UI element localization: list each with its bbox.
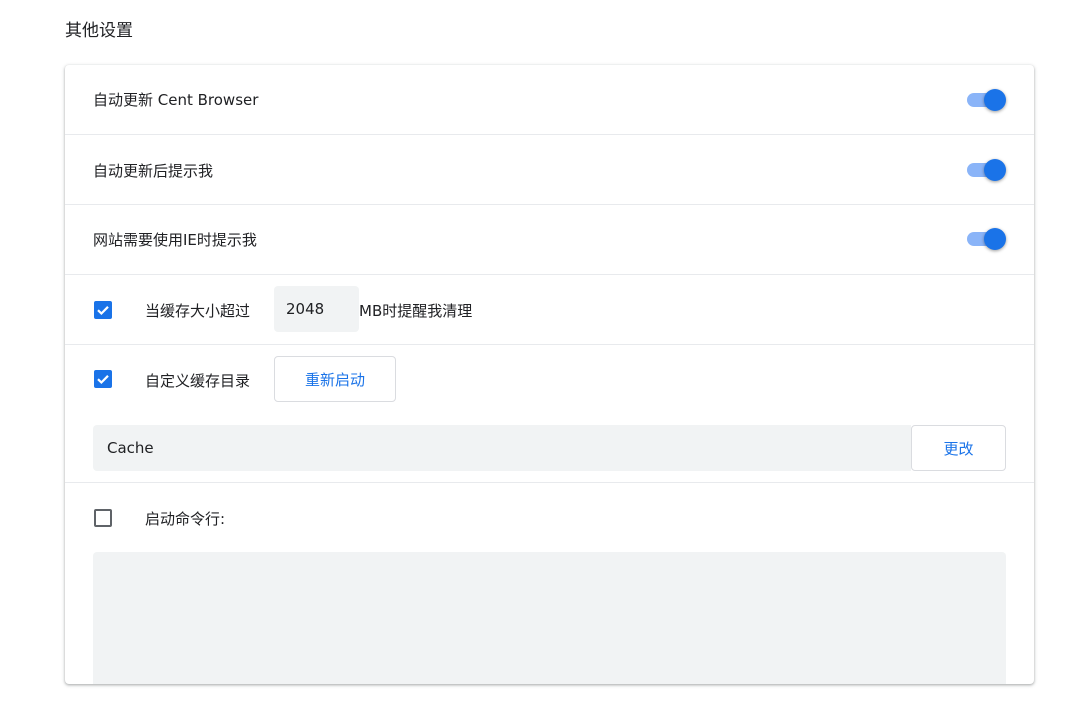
custom-cache-dir-checkbox[interactable] xyxy=(94,370,112,388)
notify-after-update-label: 自动更新后提示我 xyxy=(93,162,214,180)
checkmark-icon xyxy=(97,375,109,385)
auto-update-row[interactable]: 自动更新 Cent Browser xyxy=(65,65,1034,135)
cache-limit-row: 当缓存大小超过 MB时提醒我清理 xyxy=(65,275,1034,345)
restart-button[interactable]: 重新启动 xyxy=(274,356,396,402)
cache-limit-label: 当缓存大小超过 xyxy=(145,302,251,320)
notify-after-update-toggle[interactable] xyxy=(964,159,1006,181)
toggle-knob xyxy=(984,228,1006,250)
change-button[interactable]: 更改 xyxy=(911,425,1006,471)
ie-prompt-row[interactable]: 网站需要使用IE时提示我 xyxy=(65,205,1034,275)
custom-cache-dir-label: 自定义缓存目录 xyxy=(145,372,251,390)
settings-card: 自动更新 Cent Browser 自动更新后提示我 网站需要使用IE时提示我 … xyxy=(65,65,1034,684)
auto-update-toggle[interactable] xyxy=(964,89,1006,111)
auto-update-label: 自动更新 Cent Browser xyxy=(93,91,259,109)
cache-limit-checkbox[interactable] xyxy=(94,301,112,319)
cache-path-field[interactable] xyxy=(93,425,911,471)
startup-cmdline-textarea[interactable] xyxy=(93,552,1006,684)
cache-limit-unit-label: MB时提醒我清理 xyxy=(359,302,473,320)
toggle-knob xyxy=(984,89,1006,111)
ie-prompt-toggle[interactable] xyxy=(964,228,1006,250)
startup-cmdline-checkbox[interactable] xyxy=(94,509,112,527)
checkmark-icon xyxy=(97,306,109,316)
ie-prompt-label: 网站需要使用IE时提示我 xyxy=(93,231,257,249)
startup-cmdline-label: 启动命令行: xyxy=(145,510,226,528)
toggle-knob xyxy=(984,159,1006,181)
notify-after-update-row[interactable]: 自动更新后提示我 xyxy=(65,135,1034,205)
section-title: 其他设置 xyxy=(65,21,133,41)
cache-size-input[interactable] xyxy=(274,286,359,332)
